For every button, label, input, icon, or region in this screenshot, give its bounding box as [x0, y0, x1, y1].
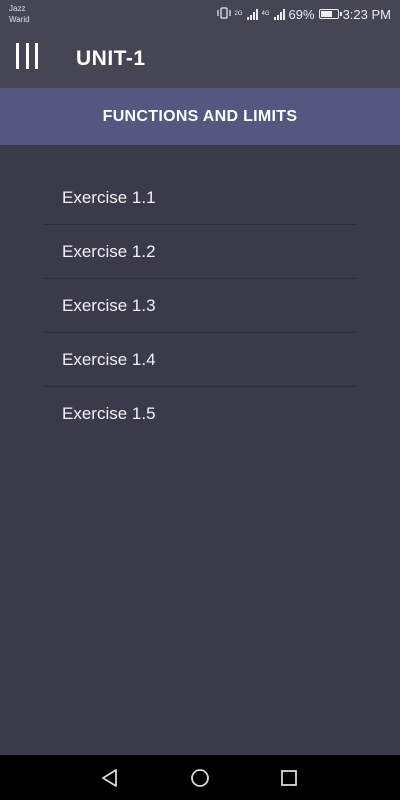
status-icons: 2G 4G 69% 3:23 PM — [216, 6, 391, 22]
exercise-list: Exercise 1.1 Exercise 1.2 Exercise 1.3 E… — [44, 171, 356, 441]
carrier-name: Jazz Warid — [9, 3, 30, 25]
system-nav-bar — [0, 755, 400, 800]
vibrate-icon — [216, 6, 231, 22]
page-title: UNIT-1 — [76, 47, 146, 70]
menu-icon[interactable] — [16, 43, 38, 69]
status-bar: Jazz Warid 2G 4G 69% 3:23 PM — [0, 0, 400, 30]
signal-icon-1 — [246, 8, 258, 20]
battery-percent: 69% — [288, 6, 315, 22]
list-item-exercise-1-3[interactable]: Exercise 1.3 — [44, 279, 356, 333]
network-type-2: 4G — [261, 11, 270, 17]
back-icon[interactable] — [99, 767, 121, 789]
section-title: FUNCTIONS AND LIMITS — [102, 107, 298, 125]
signal-icon-2 — [273, 8, 285, 20]
home-icon[interactable] — [189, 767, 211, 789]
list-item-exercise-1-4[interactable]: Exercise 1.4 — [44, 333, 356, 387]
network-type-1: 2G — [234, 11, 243, 17]
list-item-exercise-1-1[interactable]: Exercise 1.1 — [44, 171, 356, 225]
battery-icon — [318, 9, 342, 19]
recent-apps-icon[interactable] — [278, 767, 300, 789]
clock: 3:23 PM — [342, 6, 391, 22]
app-screen: Jazz Warid 2G 4G 69% 3:23 PM UNIT-1 FUNC… — [0, 0, 400, 800]
list-item-exercise-1-2[interactable]: Exercise 1.2 — [44, 225, 356, 279]
carrier-line-2: Warid — [9, 15, 30, 24]
section-header: FUNCTIONS AND LIMITS — [0, 88, 400, 145]
app-toolbar: UNIT-1 — [0, 30, 400, 88]
list-item-exercise-1-5[interactable]: Exercise 1.5 — [44, 387, 356, 441]
carrier-line-1: Jazz — [9, 4, 26, 13]
